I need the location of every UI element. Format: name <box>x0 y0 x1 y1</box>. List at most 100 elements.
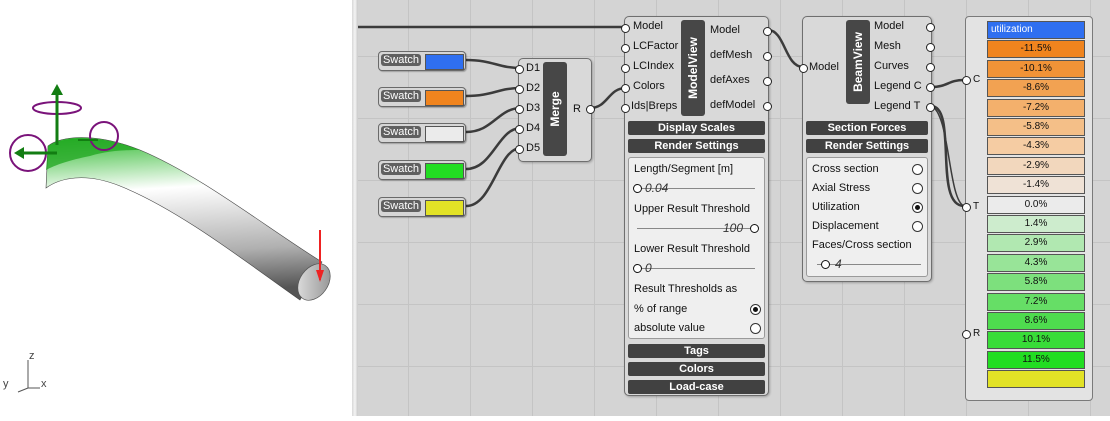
swatch-white[interactable]: Swatch <box>378 123 466 143</box>
axis-x-label: x <box>41 378 47 390</box>
legend-title: utilization <box>987 21 1085 39</box>
lower-slider-knob[interactable] <box>633 264 642 273</box>
output-pin-defmesh[interactable] <box>763 52 772 61</box>
wire-model <box>766 28 805 69</box>
modelview-titlebar: ModelView <box>681 20 705 116</box>
option-cross-section-radio[interactable] <box>912 164 923 175</box>
output-pin-model[interactable] <box>763 27 772 36</box>
legend-row <box>987 370 1085 389</box>
axis-z-label: z <box>29 350 35 362</box>
tags-bar[interactable]: Tags <box>628 344 765 358</box>
swatch-color[interactable] <box>425 163 464 179</box>
mv-input-lcindex: LCIndex <box>633 60 674 72</box>
bv-render-settings-panel: Cross section Axial Stress Utilization D… <box>806 157 928 277</box>
input-pin-model[interactable] <box>621 24 630 33</box>
output-pin-defmodel[interactable] <box>763 102 772 111</box>
legend-pin-c[interactable] <box>962 76 971 85</box>
length-slider-knob[interactable] <box>633 184 642 193</box>
legend-row: -1.4% <box>987 176 1085 195</box>
wire-legendc <box>929 78 966 89</box>
wire-merge-colors <box>588 86 628 110</box>
wire-swatch5 <box>464 146 523 208</box>
swatch-color[interactable] <box>425 90 464 106</box>
output-pin-defaxes[interactable] <box>763 77 772 86</box>
percent-of-range-radio[interactable] <box>750 304 761 315</box>
section-forces-bar[interactable]: Section Forces <box>806 121 928 135</box>
input-pin-d3[interactable] <box>515 105 524 114</box>
wire-swatch2 <box>464 86 523 98</box>
output-pin-r[interactable] <box>586 105 595 114</box>
swatch-yellow[interactable]: Swatch <box>378 197 466 217</box>
faces-value: 4 <box>835 257 842 271</box>
legend-row: 5.8% <box>987 273 1085 292</box>
thresholds-as-label: Result Thresholds as <box>634 283 738 295</box>
beamview-component[interactable]: Model BeamView Model Mesh Curves Legend … <box>799 16 935 282</box>
output-pin-legend-c[interactable] <box>926 83 935 92</box>
merge-output-r: R <box>573 103 581 115</box>
mv-output-defaxes: defAxes <box>710 74 750 86</box>
input-pin-ids-breps[interactable] <box>621 104 630 113</box>
bv-output-model: Model <box>874 20 904 32</box>
merge-component[interactable]: D1 D2 D3 D4 D5 Merge R <box>515 58 595 162</box>
output-pin-mesh[interactable] <box>926 43 935 52</box>
legend-row: -7.2% <box>987 98 1085 117</box>
swatch-label: Swatch <box>381 90 421 102</box>
faces-slider-track[interactable] <box>817 264 921 265</box>
wire-swatch3 <box>464 106 523 134</box>
swatch-color[interactable] <box>425 126 464 142</box>
swatch-blue[interactable]: Swatch <box>378 51 466 71</box>
length-value: 0.04 <box>645 181 669 195</box>
option-cross-section-label: Cross section <box>812 163 879 175</box>
absolute-value-radio[interactable] <box>750 323 761 334</box>
faces-slider-knob[interactable] <box>821 260 830 269</box>
legend-row: 0.0% <box>987 195 1085 214</box>
legend-panel[interactable]: C T R utilization -11.5% -10.1% -8.6% -7.2% -… <box>962 16 1093 401</box>
merge-titlebar: Merge <box>543 62 567 156</box>
bv-output-mesh: Mesh <box>874 40 901 52</box>
output-pin-legend-t[interactable] <box>926 103 935 112</box>
input-pin-lcindex[interactable] <box>621 64 630 73</box>
bv-render-settings-bar[interactable]: Render Settings <box>806 139 928 153</box>
loadcase-bar[interactable]: Load-case <box>628 380 765 394</box>
mv-input-lcfactor: LCFactor <box>633 40 679 52</box>
legend-pin-r[interactable] <box>962 330 971 339</box>
lower-value: 0 <box>645 261 652 275</box>
input-pin-d1[interactable] <box>515 65 524 74</box>
option-displacement-radio[interactable] <box>912 221 923 232</box>
upper-slider-knob[interactable] <box>750 224 759 233</box>
colors-bar[interactable]: Colors <box>628 362 765 376</box>
merge-input-d1: D1 <box>526 62 541 74</box>
output-pin-curves[interactable] <box>926 63 935 72</box>
swatch-green[interactable]: Swatch <box>378 160 466 180</box>
input-pin-d4[interactable] <box>515 125 524 134</box>
lower-slider-track[interactable] <box>637 268 755 269</box>
mv-render-settings-bar[interactable]: Render Settings <box>628 139 765 153</box>
input-pin-d5[interactable] <box>515 145 524 154</box>
option-axial-stress-radio[interactable] <box>912 183 923 194</box>
input-pin-model[interactable] <box>799 64 808 73</box>
option-axial-stress-label: Axial Stress <box>812 182 871 194</box>
merge-input-d2: D2 <box>526 82 541 94</box>
mv-output-defmodel: defModel <box>710 99 756 111</box>
percent-of-range-label: % of range <box>634 303 688 315</box>
input-pin-colors[interactable] <box>621 84 630 93</box>
legend-pin-t[interactable] <box>962 203 971 212</box>
grasshopper-canvas[interactable]: Swatch Swatch Swatch Swatch Swatch D1 D2… <box>358 0 1110 416</box>
option-utilization-radio[interactable] <box>912 202 923 213</box>
input-pin-d2[interactable] <box>515 85 524 94</box>
output-pin-model[interactable] <box>926 23 935 32</box>
swatch-color[interactable] <box>425 200 464 216</box>
input-pin-lcfactor[interactable] <box>621 44 630 53</box>
mv-input-ids-breps: Ids|Breps <box>631 100 678 112</box>
swatch-label: Swatch <box>381 200 421 212</box>
modelview-component[interactable]: Model LCFactor LCIndex Colors Ids|Breps … <box>621 16 772 396</box>
upper-threshold-label: Upper Result Threshold <box>634 203 750 215</box>
rhino-viewport[interactable]: z y x <box>0 0 352 416</box>
swatch-orange[interactable]: Swatch <box>378 87 466 107</box>
merge-input-d3: D3 <box>526 102 541 114</box>
viewport-scene <box>9 84 331 393</box>
legend-pin-t-label: T <box>973 201 980 212</box>
up-arrow <box>51 84 63 95</box>
display-scales-bar[interactable]: Display Scales <box>628 121 765 135</box>
swatch-color[interactable] <box>425 54 464 70</box>
